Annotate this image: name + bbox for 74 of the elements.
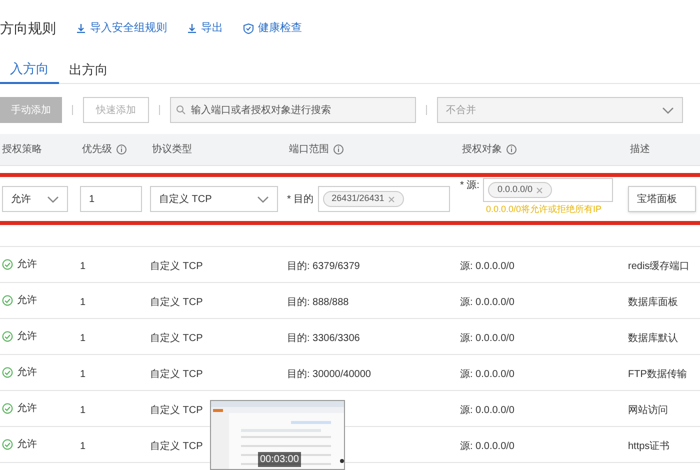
check-circle-icon xyxy=(2,331,13,342)
column-header: 授权对象 xyxy=(462,142,502,157)
port-field[interactable]: 26431/26431 xyxy=(318,186,450,212)
column-header: 协议类型 xyxy=(152,142,192,157)
table-cell: https证书 xyxy=(628,440,670,452)
table-cell-text: 允许 xyxy=(17,402,37,416)
check-circle-icon xyxy=(2,367,13,378)
search-field[interactable]: 输入端口或者授权对象进行搜索 xyxy=(170,97,416,123)
table-cell: 1 xyxy=(80,332,86,344)
table-cell: 自定义 TCP xyxy=(150,260,203,272)
check-circle-icon xyxy=(2,439,13,450)
table-cell: 自定义 TCP xyxy=(150,440,203,452)
table-cell-text: 允许 xyxy=(17,294,37,308)
table-cell: 源: 0.0.0.0/0 xyxy=(460,296,514,308)
table-cell: 目的: 30000/40000 xyxy=(287,368,371,380)
port-label: * 目的 xyxy=(287,192,314,206)
table-cell: 源: 0.0.0.0/0 xyxy=(460,368,514,380)
table-cell: 自定义 TCP xyxy=(150,368,203,380)
table-cell: 1 xyxy=(80,368,86,380)
table-cell: 源: 0.0.0.0/0 xyxy=(460,332,514,344)
table-cell: 网站访问 xyxy=(628,404,668,416)
close-icon xyxy=(536,186,544,194)
check-circle-icon xyxy=(2,295,13,306)
tab[interactable]: 入方向 xyxy=(0,56,59,84)
table-cell: 源: 0.0.0.0/0 xyxy=(460,404,514,416)
table-cell: 目的: 3306/3306 xyxy=(287,332,360,344)
chevron-down-icon xyxy=(47,194,59,204)
table-cell: 源: 0.0.0.0/0 xyxy=(460,260,514,272)
column-header: 授权策略 xyxy=(2,142,42,157)
chevron-down-icon xyxy=(662,106,674,114)
source-tag: 0.0.0.0/0 xyxy=(488,182,552,198)
download-icon xyxy=(187,23,197,33)
table-cell: 自定义 TCP xyxy=(150,404,203,416)
port-tag: 26431/26431 xyxy=(322,191,404,207)
warning-text: 0.0.0.0/0将允许或拒绝所有IP xyxy=(485,203,603,216)
timestamp: 00:03:00 xyxy=(258,452,301,467)
policy-select[interactable]: 允许 xyxy=(2,186,68,212)
protocol-select[interactable]: 自定义 TCP xyxy=(150,186,278,212)
header-link[interactable]: 健康检查 xyxy=(243,20,302,36)
column-header: 优先级 xyxy=(82,142,112,157)
column-header: 端口范围 xyxy=(289,142,329,157)
table-cell: 1 xyxy=(80,440,86,452)
table-cell: redis缓存端口 xyxy=(628,260,690,272)
search-icon xyxy=(176,105,186,115)
source-label: * 源: xyxy=(460,179,480,193)
table-cell: 自定义 TCP xyxy=(150,296,203,308)
priority-field[interactable]: 1 xyxy=(80,186,142,212)
table-cell: 目的: 888/888 xyxy=(287,296,349,308)
header-link[interactable]: 导出 xyxy=(187,20,223,36)
description-field[interactable]: 宝塔面板 xyxy=(628,186,696,212)
download-icon xyxy=(76,23,86,33)
table-cell-text: 允许 xyxy=(17,330,37,344)
shield-check-icon xyxy=(243,22,254,34)
table-cell: 源: 0.0.0.0/0 xyxy=(460,440,514,452)
source-field[interactable]: 0.0.0.0/0 xyxy=(483,178,614,202)
close-icon xyxy=(388,196,396,202)
table-cell: FTP数据传输 xyxy=(628,368,687,380)
table-cell: 1 xyxy=(80,260,86,272)
check-circle-icon xyxy=(2,259,13,270)
header-link[interactable]: 导入安全组规则 xyxy=(76,20,167,36)
tab[interactable]: 出方向 xyxy=(59,56,118,84)
column-header: 描述 xyxy=(630,142,650,157)
table-cell: 1 xyxy=(80,296,86,308)
table-cell-text: 允许 xyxy=(17,258,37,272)
section-title: 方向规则 xyxy=(0,18,56,38)
table-cell: 数据库默认 xyxy=(628,332,678,344)
chevron-down-icon xyxy=(257,194,269,204)
table-cell: 目的: 6379/6379 xyxy=(287,260,360,272)
check-circle-icon xyxy=(2,403,13,414)
table-cell-text: 允许 xyxy=(17,438,37,452)
table-cell: 自定义 TCP xyxy=(150,332,203,344)
table-cell-text: 允许 xyxy=(17,366,37,380)
table-cell: 数据库面板 xyxy=(628,296,678,308)
table-cell: 1 xyxy=(80,404,86,416)
